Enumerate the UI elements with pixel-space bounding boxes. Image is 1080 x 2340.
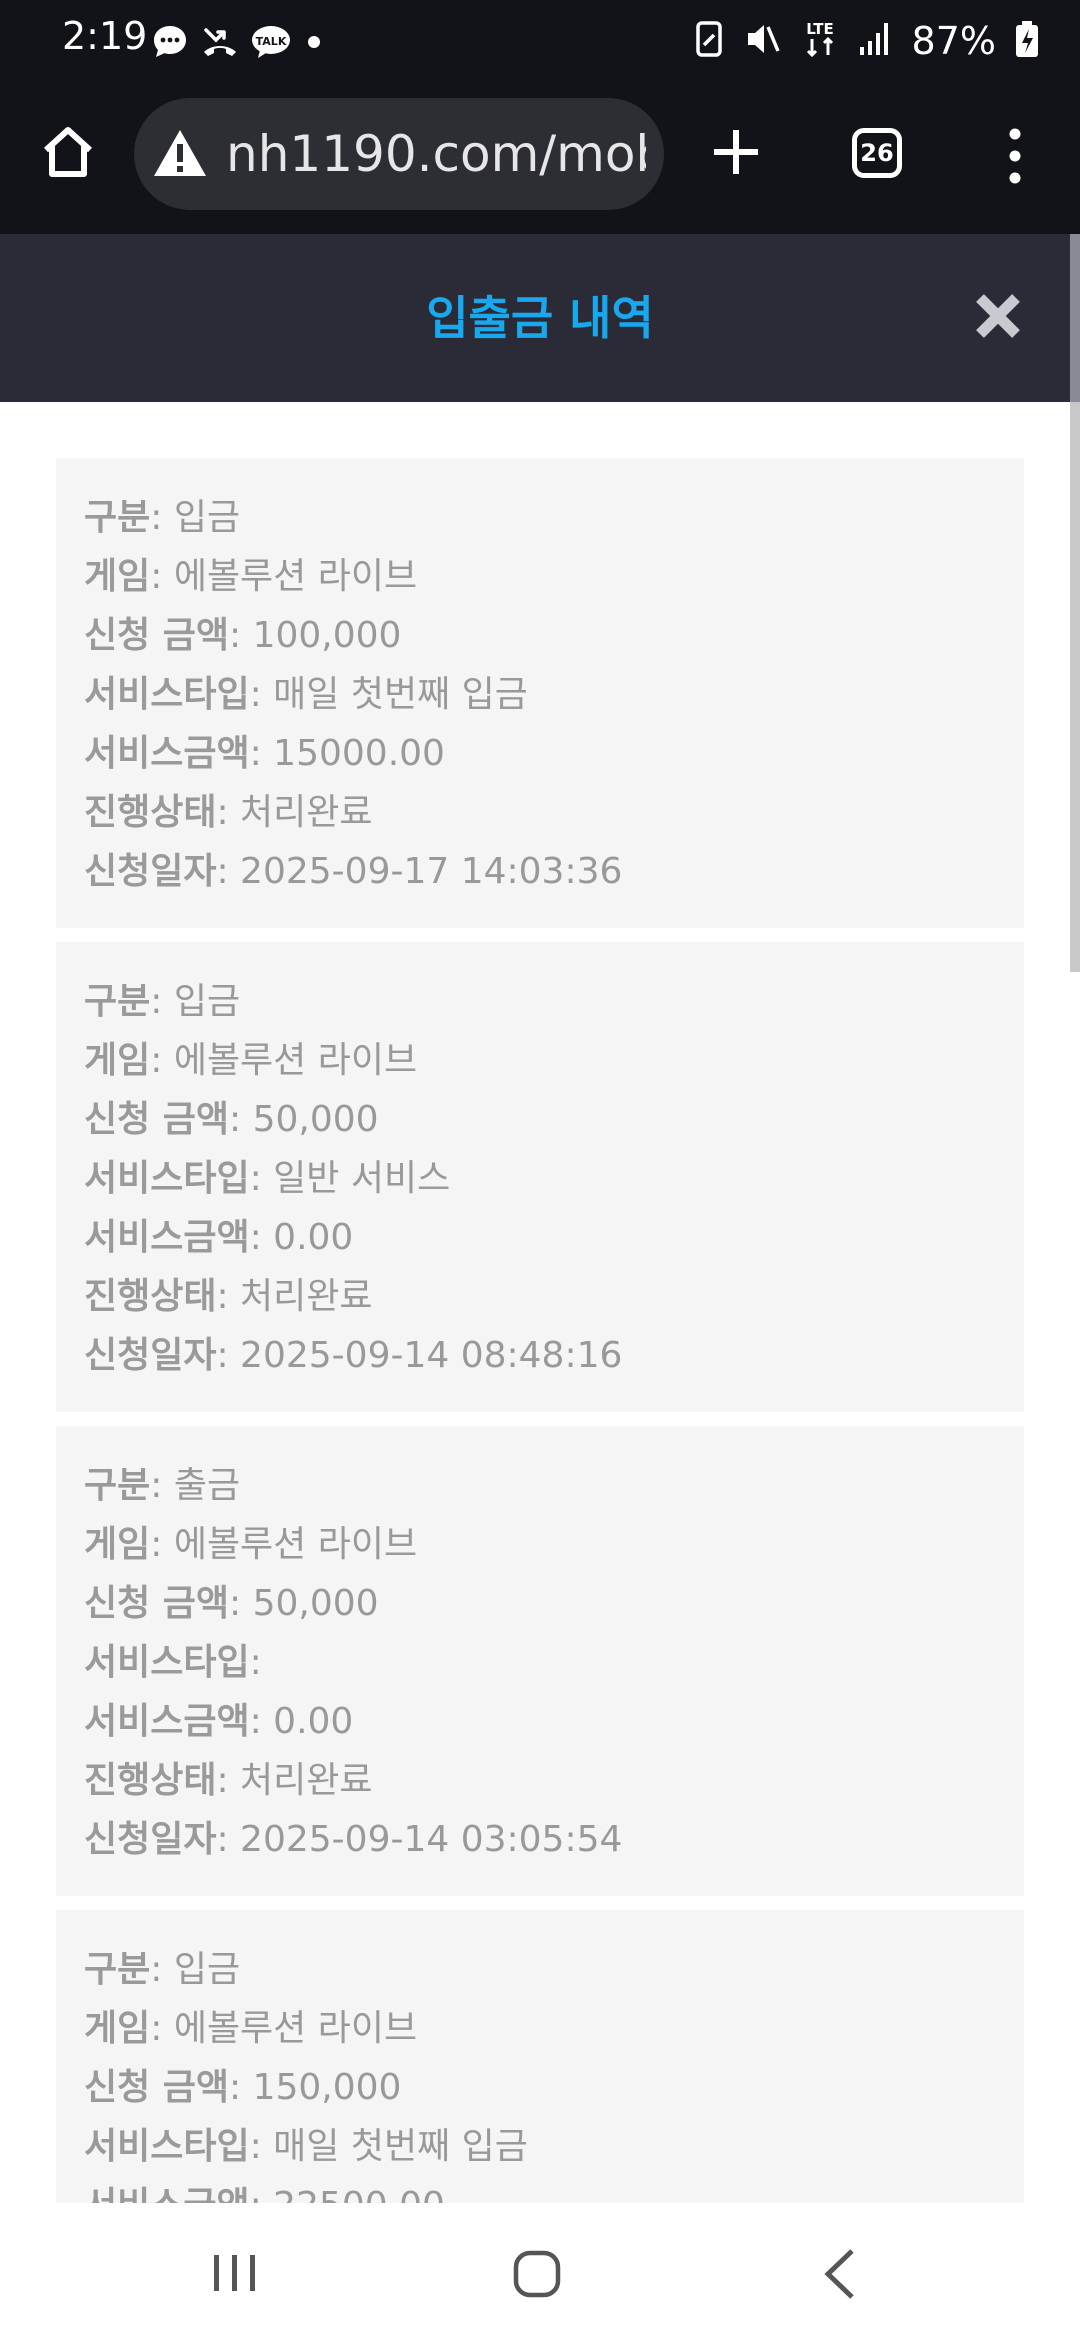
header-scrollbar-track [1070, 234, 1080, 402]
transaction-card: 구분: 입금 게임: 에볼루션 라이브 신청 금액: 50,000 서비스타입:… [56, 942, 1024, 1412]
field-service-amount: 서비스금액: 22500.00 [84, 2176, 1024, 2203]
modal-title: 입출금 내역 [426, 291, 654, 345]
system-navigation-bar [0, 2203, 1080, 2340]
field-game: 게임: 에볼루션 라이브 [84, 2008, 418, 2049]
notification-icons: TALK [150, 20, 326, 64]
field-amount: 신청 금액: 50,000 [84, 1583, 379, 1624]
field-status: 진행상태: 처리완료 [84, 1276, 373, 1317]
field-game: 게임: 에볼루션 라이브 [84, 1040, 418, 1081]
field-service-type: 서비스타입: 매일 첫번째 입금 [84, 674, 528, 715]
status-bar: 2:19 TALK LTE 87% [0, 0, 1080, 82]
transaction-card: 구분: 출금 게임: 에볼루션 라이브 신청 금액: 50,000 서비스타입:… [56, 1426, 1024, 1896]
close-icon [976, 294, 1020, 338]
field-status: 진행상태: 처리완료 [84, 792, 373, 833]
close-button[interactable] [972, 290, 1024, 342]
mute-icon [742, 19, 782, 63]
field-amount: 신청 금액: 100,000 [84, 615, 402, 656]
field-service-type: 서비스타입: 일반 서비스 [84, 1158, 451, 1199]
back-icon [824, 2249, 854, 2299]
system-icons: LTE 87% [694, 16, 1040, 66]
recents-icon [214, 2255, 255, 2291]
browser-toolbar: nh1190.com/mobile 26 [0, 82, 1080, 234]
tab-switcher-button[interactable]: 26 [852, 128, 902, 178]
plus-icon [714, 130, 758, 174]
url-text[interactable]: nh1190.com/mobile [226, 122, 646, 186]
field-status: 진행상태: 처리완료 [84, 1760, 373, 1801]
field-date: 신청일자: 2025-09-14 08:48:16 [84, 1335, 623, 1376]
field-date: 신청일자: 2025-09-17 14:03:36 [84, 851, 623, 892]
field-service-type: 서비스타입: 매일 첫번째 입금 [84, 2126, 528, 2167]
new-tab-button[interactable] [706, 122, 766, 182]
battery-charging-icon [1014, 19, 1040, 63]
address-bar[interactable]: nh1190.com/mobile [134, 98, 664, 210]
svg-text:TALK: TALK [256, 35, 287, 48]
field-amount: 신청 금액: 150,000 [84, 2067, 402, 2108]
field-service-amount: 서비스금액: 0.00 [84, 1217, 354, 1258]
battery-saver-icon [694, 19, 724, 63]
transaction-card: 구분: 입금 게임: 에볼루션 라이브 신청 금액: 150,000 서비스타입… [56, 1910, 1024, 2203]
battery-percent: 87% [911, 19, 996, 63]
back-button[interactable] [822, 2247, 858, 2305]
field-game: 게임: 에볼루션 라이브 [84, 556, 418, 597]
field-type: 구분: 입금 [84, 1949, 241, 1990]
modal-header: 입출금 내역 [0, 234, 1080, 402]
dot-icon [302, 22, 326, 62]
status-time: 2:19 [62, 14, 148, 58]
message-icon [150, 22, 190, 62]
transaction-list: 구분: 입금 게임: 에볼루션 라이브 신청 금액: 100,000 서비스타입… [56, 458, 1024, 2203]
recents-button[interactable] [210, 2251, 260, 2299]
home-icon [43, 127, 93, 177]
nav-home-icon [513, 2250, 561, 2298]
field-type: 구분: 입금 [84, 497, 241, 538]
more-vertical-icon [1009, 128, 1021, 184]
field-date: 신청일자: 2025-09-14 03:05:54 [84, 1819, 623, 1860]
not-secure-warning-icon[interactable] [152, 128, 208, 178]
home-button[interactable] [38, 122, 98, 182]
svg-text:LTE: LTE [806, 20, 834, 38]
nav-home-button[interactable] [512, 2249, 562, 2303]
field-type: 구분: 출금 [84, 1465, 241, 1506]
field-service-amount: 서비스금액: 0.00 [84, 1701, 354, 1742]
missed-call-icon [200, 22, 240, 62]
scrollbar-thumb[interactable] [1070, 402, 1080, 972]
transaction-card: 구분: 입금 게임: 에볼루션 라이브 신청 금액: 100,000 서비스타입… [56, 458, 1024, 928]
field-game: 게임: 에볼루션 라이브 [84, 1524, 418, 1565]
signal-icon [858, 19, 894, 63]
kakaotalk-icon: TALK [250, 22, 292, 62]
lte-icon: LTE [800, 17, 840, 65]
field-type: 구분: 입금 [84, 981, 241, 1022]
browser-menu-button[interactable] [1000, 124, 1030, 188]
field-service-type: 서비스타입: [84, 1642, 262, 1683]
field-service-amount: 서비스금액: 15000.00 [84, 733, 445, 774]
field-amount: 신청 금액: 50,000 [84, 1099, 379, 1140]
